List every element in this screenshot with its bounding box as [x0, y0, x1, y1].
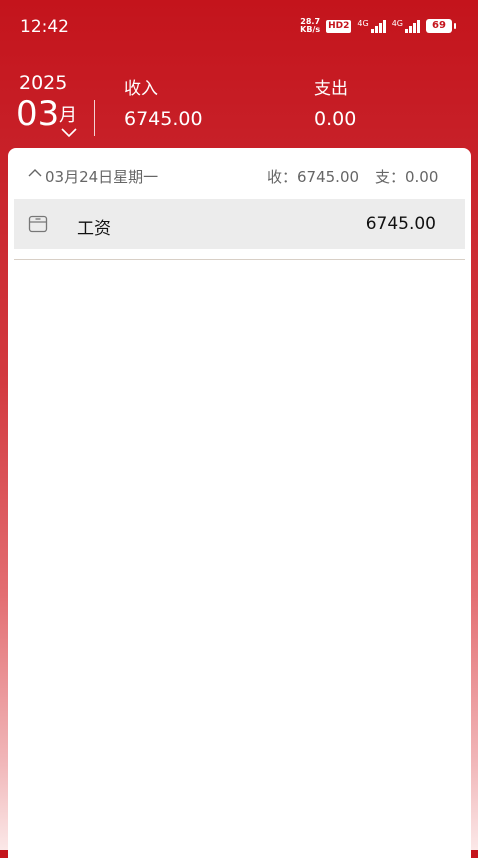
record-row[interactable]: 工资 6745.00 — [14, 199, 465, 249]
day-group-header[interactable]: 03月24日星期一 收：6745.00 支：0.00 — [8, 148, 471, 198]
income-label: 收入 — [124, 79, 158, 99]
signal-icon-sim1: 4G — [357, 18, 386, 33]
income-value: 6745.00 — [124, 108, 203, 130]
status-time: 12:42 — [20, 17, 69, 37]
list-divider — [14, 259, 465, 260]
header-divider — [94, 100, 95, 136]
hd-badge: HD2 — [326, 19, 352, 33]
day-income-summary: 收：6745.00 — [267, 168, 360, 186]
signal-icon-sim2: 4G — [391, 18, 420, 33]
chevron-up-icon[interactable] — [28, 168, 42, 178]
record-category: 工资 — [77, 219, 111, 239]
day-date-label: 03月24日星期一 — [45, 168, 159, 186]
month-unit[interactable]: 月 — [59, 101, 77, 127]
expense-label: 支出 — [314, 79, 348, 99]
wallet-icon — [28, 215, 48, 233]
sim1-network-tag: 4G — [357, 18, 369, 28]
record-amount: 6745.00 — [365, 214, 436, 234]
records-card: 03月24日星期一 收：6745.00 支：0.00 工资 6745.00 — [8, 148, 471, 858]
network-speed-unit: KB/s — [300, 25, 321, 34]
chevron-down-icon[interactable] — [61, 126, 77, 138]
sim2-network-tag: 4G — [391, 18, 403, 28]
year-label[interactable]: 2025 — [19, 72, 67, 94]
month-number[interactable]: 03 — [16, 94, 59, 134]
battery-icon: 69 — [426, 19, 456, 33]
network-speed: 28.7 KB/s — [300, 18, 320, 34]
month-summary-header: 2025 03 月 收入 6745.00 支出 0.00 — [0, 60, 478, 140]
expense-value: 0.00 — [314, 108, 357, 130]
day-expense-summary: 支：0.00 — [375, 168, 439, 186]
status-bar: 12:42 28.7 KB/s HD2 4G 4G 69 — [0, 0, 478, 56]
status-icons: 28.7 KB/s HD2 4G 4G 69 — [300, 18, 456, 34]
